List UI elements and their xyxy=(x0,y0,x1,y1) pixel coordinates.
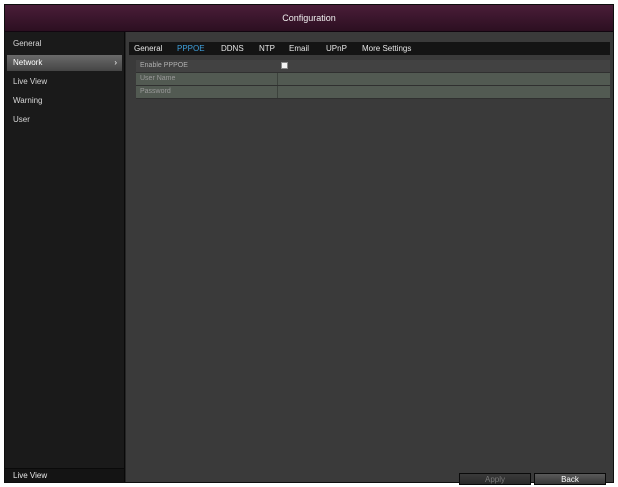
sidebar-item-label: Warning xyxy=(13,96,43,105)
password-field[interactable] xyxy=(278,86,610,98)
tab-more-settings[interactable]: More Settings xyxy=(362,42,411,55)
enable-pppoe-checkbox[interactable] xyxy=(281,62,288,69)
enable-pppoe-row: Enable PPPOE xyxy=(136,60,610,73)
user-name-field[interactable] xyxy=(278,73,610,85)
sidebar-item-label: User xyxy=(13,115,30,124)
tab-ntp[interactable]: NTP xyxy=(259,42,275,55)
password-label: Password xyxy=(140,88,171,95)
sidebar-item-user[interactable]: User xyxy=(7,112,122,128)
content-panel: General PPPOE DDNS NTP Email UPnP More S… xyxy=(126,32,613,485)
enable-pppoe-label: Enable PPPOE xyxy=(140,62,188,69)
tab-pppoe[interactable]: PPPOE xyxy=(177,42,205,55)
status-bar-live-view[interactable]: Live View xyxy=(5,468,124,482)
sidebar-item-network[interactable]: Network › xyxy=(7,55,122,71)
apply-button[interactable]: Apply xyxy=(459,473,531,485)
tab-ddns[interactable]: DDNS xyxy=(221,42,244,55)
sidebar-item-general[interactable]: General xyxy=(7,36,122,52)
window-title: Configuration xyxy=(5,5,613,32)
tab-bar: General PPPOE DDNS NTP Email UPnP More S… xyxy=(129,42,610,55)
tab-email[interactable]: Email xyxy=(289,42,309,55)
sidebar-item-label: Network xyxy=(13,58,43,67)
sidebar-item-label: Live View xyxy=(13,77,48,86)
sidebar: General Network › Live View Warning User… xyxy=(5,32,125,482)
password-row: Password xyxy=(136,86,610,99)
back-button[interactable]: Back xyxy=(534,473,606,485)
user-name-row: User Name xyxy=(136,73,610,86)
tab-upnp[interactable]: UPnP xyxy=(326,42,347,55)
sidebar-item-warning[interactable]: Warning xyxy=(7,93,122,109)
user-name-label: User Name xyxy=(140,75,176,82)
configuration-window: Configuration General Network › Live Vie… xyxy=(4,4,614,485)
sidebar-item-live-view[interactable]: Live View xyxy=(7,74,122,90)
pppoe-form: Enable PPPOE User Name Password xyxy=(136,60,610,99)
chevron-right-icon: › xyxy=(114,58,117,67)
sidebar-item-label: General xyxy=(13,39,42,48)
tab-general[interactable]: General xyxy=(134,42,162,55)
